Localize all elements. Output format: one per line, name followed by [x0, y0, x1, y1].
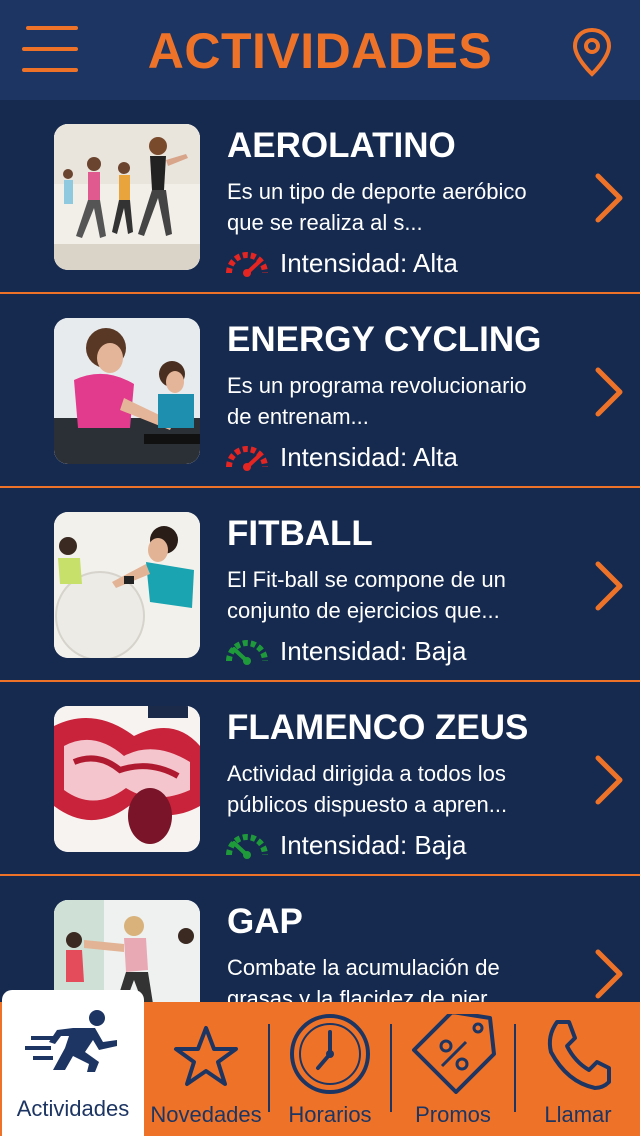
intensity-label: Intensidad: Baja — [280, 829, 467, 860]
tab-label: Novedades — [150, 1102, 262, 1127]
activity-thumbnail — [54, 124, 200, 270]
activity-item-aerolatino[interactable]: AEROLATINO Es un tipo de deporte aeróbic… — [0, 100, 640, 294]
activity-name: FLAMENCO ZEUS — [227, 708, 529, 747]
page-title: ACTIVIDADES — [147, 23, 493, 79]
bottom-tab-bar: Actividades Novedades Horarios Promos Ll… — [0, 990, 640, 1136]
activity-thumbnail — [54, 706, 200, 852]
star-icon — [174, 1026, 238, 1086]
chevron-right-icon[interactable] — [592, 560, 626, 612]
activity-item-fitball[interactable]: FITBALL El Fit-ball se compone de un con… — [0, 488, 640, 682]
phone-icon — [547, 1020, 611, 1090]
chevron-right-icon[interactable] — [592, 948, 626, 1000]
tab-label: Llamar — [544, 1102, 612, 1127]
tab-label: Actividades — [16, 1096, 130, 1121]
tab-horarios[interactable]: Horarios — [272, 1002, 388, 1136]
intensity-label: Intensidad: Alta — [280, 441, 458, 472]
tab-llamar[interactable]: Llamar — [518, 1002, 638, 1136]
tab-label: Horarios — [288, 1102, 372, 1127]
activity-thumbnail — [54, 512, 200, 658]
chevron-right-icon[interactable] — [592, 172, 626, 224]
tab-divider — [390, 1024, 392, 1112]
tab-novedades[interactable]: Novedades — [146, 1002, 266, 1136]
intensity-indicator: Intensidad: Baja — [226, 634, 466, 668]
tab-divider — [268, 1024, 270, 1112]
activity-name: ENERGY CYCLING — [227, 320, 542, 359]
activity-item-gap[interactable]: GAP Combate la acumulación de grasas y l… — [0, 876, 640, 1002]
gauge-high-icon — [226, 252, 268, 277]
activity-thumbnail — [54, 900, 200, 1002]
gauge-low-icon — [226, 834, 268, 859]
tab-actividades[interactable]: Actividades — [2, 990, 144, 1136]
tab-label: Promos — [415, 1102, 491, 1127]
app-header: ACTIVIDADES — [0, 0, 640, 100]
activity-name: GAP — [227, 902, 303, 941]
activity-thumbnail — [54, 318, 200, 464]
intensity-indicator: Intensidad: Baja — [226, 828, 466, 862]
tab-promos[interactable]: Promos — [394, 1002, 512, 1136]
chevron-right-icon[interactable] — [592, 366, 626, 418]
activity-description: Es un tipo de deporte aeróbico que se re… — [227, 179, 527, 235]
activity-item-flamenco-zeus[interactable]: FLAMENCO ZEUS Actividad dirigida a todos… — [0, 682, 640, 876]
discount-tag-icon — [412, 1014, 496, 1094]
tab-divider — [514, 1024, 516, 1112]
intensity-label: Intensidad: Baja — [280, 635, 467, 666]
activities-list[interactable]: AEROLATINO Es un tipo de deporte aeróbic… — [0, 100, 640, 1002]
activity-name: AEROLATINO — [227, 126, 456, 165]
activity-description: Combate la acumulación de grasas y la fl… — [227, 955, 505, 1002]
gauge-high-icon — [226, 446, 268, 471]
activity-description: Actividad dirigida a todos los públicos … — [227, 761, 508, 817]
intensity-indicator: Intensidad: Alta — [226, 440, 458, 474]
intensity-indicator: Intensidad: Alta — [226, 246, 458, 280]
intensity-label: Intensidad: Alta — [280, 247, 458, 278]
chevron-right-icon[interactable] — [592, 754, 626, 806]
activity-description: El Fit-ball se compone de un conjunto de… — [227, 567, 506, 623]
activity-name: FITBALL — [227, 514, 373, 553]
activity-item-energy-cycling[interactable]: ENERGY CYCLING Es un programa revolucion… — [0, 294, 640, 488]
map-pin-icon[interactable] — [570, 26, 614, 78]
clock-icon — [290, 1014, 370, 1094]
gauge-low-icon — [226, 640, 268, 665]
activity-description: Es un programa revolucionario de entrena… — [227, 373, 527, 429]
running-person-icon — [25, 1010, 117, 1072]
